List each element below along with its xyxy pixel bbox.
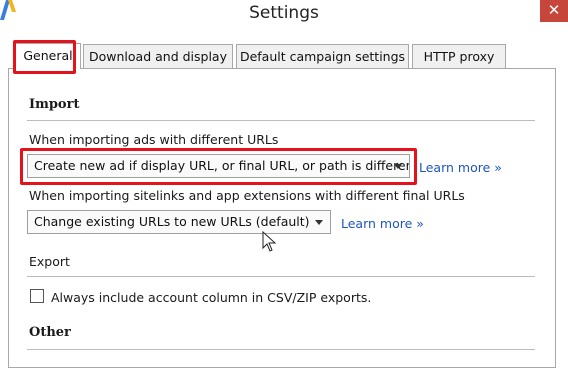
ads-learn-more-link[interactable]: Learn more » bbox=[419, 160, 502, 175]
account-column-checkbox-label[interactable]: Always include account column in CSV/ZIP… bbox=[51, 290, 371, 305]
tab-download-and-display[interactable]: Download and display bbox=[83, 44, 233, 68]
import-heading: Import bbox=[29, 97, 80, 112]
import-divider bbox=[27, 120, 535, 121]
tab-default-campaign-settings[interactable]: Default campaign settings bbox=[236, 44, 409, 68]
export-divider bbox=[27, 276, 535, 277]
window-title: Settings bbox=[249, 3, 319, 23]
ads-urls-label: When importing ads with different URLs bbox=[29, 132, 279, 147]
other-heading: Other bbox=[29, 325, 71, 340]
title-bar: Settings ✕ bbox=[0, 0, 568, 36]
mouse-pointer-icon bbox=[262, 231, 277, 252]
chevron-down-icon bbox=[315, 220, 323, 225]
other-divider bbox=[27, 349, 535, 350]
sitelinks-urls-selected-value: Change existing URLs to new URLs (defaul… bbox=[34, 214, 310, 229]
export-heading: Export bbox=[29, 254, 70, 269]
tab-highlight-box bbox=[13, 40, 76, 74]
close-button[interactable]: ✕ bbox=[540, 0, 568, 22]
tab-http-proxy[interactable]: HTTP proxy bbox=[412, 44, 506, 68]
account-column-checkbox[interactable] bbox=[30, 289, 44, 303]
dropdown-highlight-box bbox=[20, 148, 417, 185]
sitelinks-learn-more-link[interactable]: Learn more » bbox=[341, 216, 424, 231]
tab-strip: General Download and display Default cam… bbox=[0, 43, 568, 69]
sitelinks-urls-label: When importing sitelinks and app extensi… bbox=[29, 188, 465, 203]
sitelinks-urls-dropdown[interactable]: Change existing URLs to new URLs (defaul… bbox=[27, 210, 331, 234]
